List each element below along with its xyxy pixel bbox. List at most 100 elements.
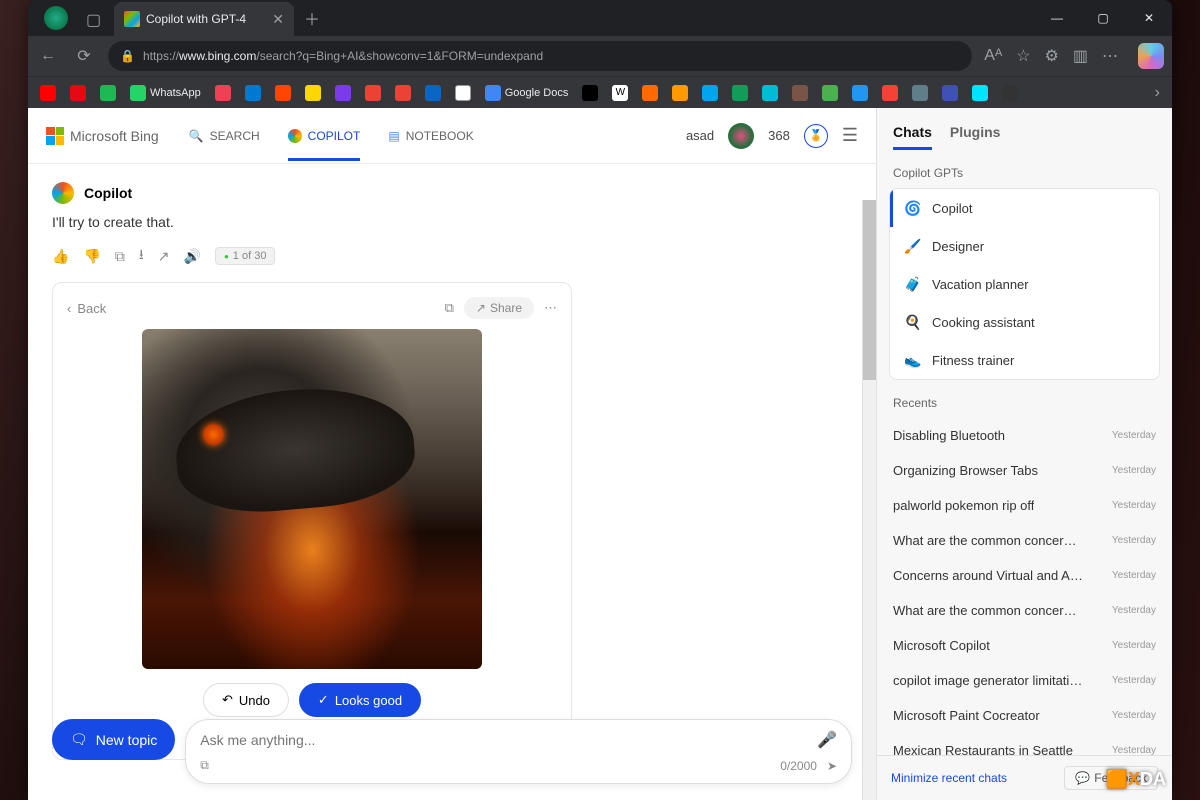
recent-item[interactable]: Microsoft Paint CocreatorYesterday — [877, 698, 1172, 733]
workspaces-icon[interactable]: ▢ — [86, 10, 104, 28]
collections-icon[interactable]: ▥ — [1073, 46, 1088, 66]
bookmark-icon[interactable] — [942, 85, 958, 101]
minimize-window-icon[interactable]: — — [1034, 0, 1080, 36]
chat-input[interactable] — [200, 732, 809, 748]
gpt-item[interactable]: 👟Fitness trainer — [890, 341, 1159, 379]
maximize-window-icon[interactable]: ▢ — [1080, 0, 1126, 36]
recent-item[interactable]: Disabling BluetoothYesterday — [877, 418, 1172, 453]
profile-icon[interactable] — [44, 6, 68, 30]
looks-good-button[interactable]: ✓ Looks good — [299, 683, 421, 717]
bookmark-icon[interactable] — [455, 85, 471, 101]
recent-item[interactable]: What are the common concerns arouYesterd… — [877, 593, 1172, 628]
gpt-item[interactable]: 🧳Vacation planner — [890, 265, 1159, 303]
undo-button[interactable]: ↶ Undo — [203, 683, 289, 717]
bookmark-googledocs[interactable]: Google Docs — [485, 85, 569, 101]
generated-image[interactable] — [142, 329, 482, 669]
gpt-item[interactable]: 🌀Copilot — [890, 189, 1159, 227]
bookmark-icon[interactable] — [70, 85, 86, 101]
bookmark-icon[interactable] — [305, 85, 321, 101]
rewards-icon[interactable]: 🏅 — [804, 124, 828, 148]
bookmark-icon[interactable] — [395, 85, 411, 101]
tab-copilot[interactable]: COPILOT — [288, 111, 361, 161]
share-icon[interactable]: ↗ — [158, 248, 170, 265]
gpt-item[interactable]: 🖌️Designer — [890, 227, 1159, 265]
extensions-icon[interactable]: ⚙ — [1045, 46, 1059, 66]
back-icon[interactable]: ← — [36, 47, 60, 65]
more-icon[interactable]: ⋯ — [1102, 46, 1118, 66]
download-icon[interactable]: ⭳ — [139, 244, 144, 268]
bookmark-icon[interactable] — [335, 85, 351, 101]
sidebar-tab-chats[interactable]: Chats — [893, 124, 932, 150]
bookmark-icon[interactable] — [425, 85, 441, 101]
bookmark-icon[interactable]: W — [612, 85, 628, 101]
bookmark-icon[interactable] — [732, 85, 748, 101]
bookmark-icon[interactable] — [642, 85, 658, 101]
copilot-sidebar-icon[interactable] — [1138, 43, 1164, 69]
favorite-icon[interactable]: ☆ — [1016, 46, 1030, 66]
tab-notebook[interactable]: ▤ NOTEBOOK — [388, 111, 473, 161]
bookmark-icon[interactable] — [882, 85, 898, 101]
bookmarks-bar: WhatsApp Google Docs W › — [28, 76, 1172, 108]
recent-time: Yesterday — [1112, 710, 1156, 721]
bing-logo[interactable]: Microsoft Bing — [46, 127, 159, 145]
bookmark-icon[interactable] — [972, 85, 988, 101]
bookmark-icon[interactable] — [100, 85, 116, 101]
bookmark-icon[interactable] — [245, 85, 261, 101]
gpt-icon: 🌀 — [904, 199, 922, 217]
recent-item[interactable]: copilot image generator limitation forYe… — [877, 663, 1172, 698]
tab-search[interactable]: 🔍 SEARCH — [189, 111, 260, 161]
browser-tab-active[interactable]: Copilot with GPT-4 ✕ — [114, 2, 294, 36]
camera-icon[interactable]: ⧉ — [200, 758, 209, 773]
bookmark-icon[interactable] — [912, 85, 928, 101]
bookmark-whatsapp[interactable]: WhatsApp — [130, 85, 201, 101]
bookmark-icon[interactable] — [762, 85, 778, 101]
card-back-button[interactable]: ‹ Back — [67, 301, 106, 316]
copy-icon[interactable]: ⧉ — [115, 248, 125, 265]
bookmark-icon[interactable] — [792, 85, 808, 101]
bookmark-icon[interactable] — [365, 85, 381, 101]
thumbs-down-icon[interactable]: 👎 — [83, 248, 100, 265]
minimize-recents-link[interactable]: Minimize recent chats — [891, 771, 1007, 785]
recent-item[interactable]: Mexican Restaurants in SeattleYesterday — [877, 733, 1172, 755]
bookmark-icon[interactable] — [275, 85, 291, 101]
bookmark-icon[interactable] — [702, 85, 718, 101]
read-aloud-icon[interactable]: Aᴬ — [984, 47, 1002, 65]
card-copy-icon[interactable]: ⧉ — [445, 300, 454, 316]
send-icon[interactable]: ➤ — [827, 759, 837, 773]
main-scrollbar[interactable] — [862, 200, 876, 800]
recent-item[interactable]: Concerns around Virtual and AugmentYeste… — [877, 558, 1172, 593]
hamburger-icon[interactable]: ☰ — [842, 125, 858, 146]
bookmark-icon[interactable] — [672, 85, 688, 101]
recent-item[interactable]: What are the common concerns arouYesterd… — [877, 523, 1172, 558]
gpt-list: 🌀Copilot🖌️Designer🧳Vacation planner🍳Cook… — [889, 188, 1160, 380]
recent-item[interactable]: Microsoft CopilotYesterday — [877, 628, 1172, 663]
copilot-icon — [288, 129, 302, 143]
bookmarks-overflow-icon[interactable]: › — [1155, 84, 1160, 102]
new-tab-button[interactable]: ＋ — [294, 0, 330, 36]
recent-item[interactable]: Organizing Browser TabsYesterday — [877, 453, 1172, 488]
tab-close-icon[interactable]: ✕ — [272, 11, 284, 28]
card-header: ‹ Back ⧉ ↗ Share ⋯ — [67, 297, 557, 319]
bookmark-icon[interactable] — [822, 85, 838, 101]
close-window-icon[interactable]: ✕ — [1126, 0, 1172, 36]
assistant-response: I'll try to create that. — [52, 214, 852, 230]
bookmark-icon[interactable] — [40, 85, 56, 101]
sidebar-tab-plugins[interactable]: Plugins — [950, 124, 1001, 150]
avatar[interactable] — [728, 123, 754, 149]
bookmark-icon[interactable] — [852, 85, 868, 101]
bookmark-icon[interactable] — [215, 85, 231, 101]
mic-icon[interactable]: 🎤 — [817, 730, 837, 750]
bookmark-icon[interactable] — [582, 85, 598, 101]
speaker-icon[interactable]: 🔊 — [184, 248, 201, 265]
address-bar[interactable]: 🔒 https://www.bing.com/search?q=Bing+AI&… — [108, 41, 972, 71]
card-share-button[interactable]: ↗ Share — [464, 297, 534, 319]
gpt-item[interactable]: 🍳Cooking assistant — [890, 303, 1159, 341]
bookmark-icon[interactable] — [1002, 85, 1018, 101]
assistant-name: Copilot — [84, 185, 132, 201]
thumbs-up-icon[interactable]: 👍 — [52, 248, 69, 265]
new-topic-button[interactable]: 🗨 New topic — [52, 719, 175, 760]
recent-item[interactable]: palworld pokemon rip offYesterday — [877, 488, 1172, 523]
refresh-icon[interactable]: ⟳ — [72, 46, 96, 66]
bing-header: Microsoft Bing 🔍 SEARCH COPILOT ▤ NOTEBO… — [28, 108, 876, 164]
card-more-icon[interactable]: ⋯ — [544, 300, 557, 316]
